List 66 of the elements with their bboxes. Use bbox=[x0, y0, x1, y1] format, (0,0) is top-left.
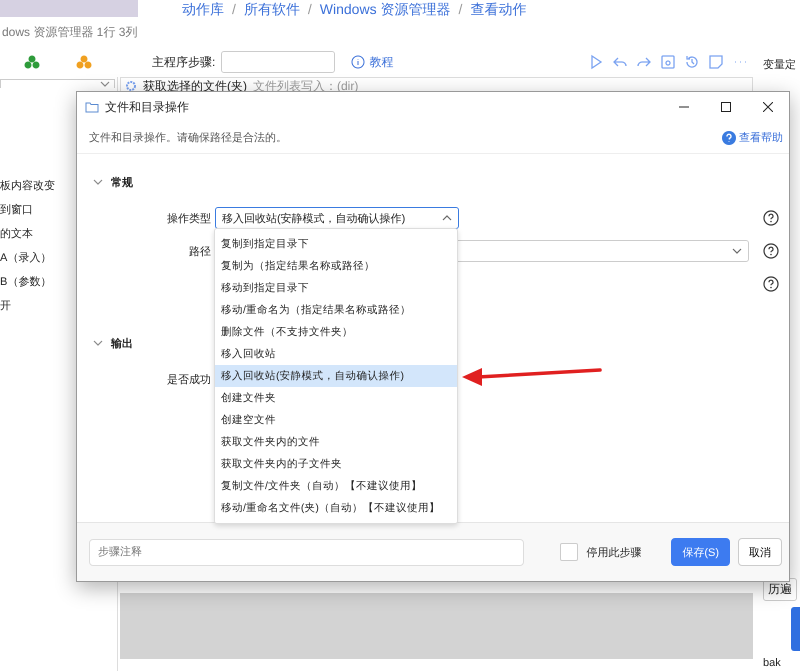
menu-option[interactable]: 创建文件夹 bbox=[215, 387, 457, 409]
help-link[interactable]: 查看帮助 bbox=[722, 130, 783, 145]
field-label: 操作类型 bbox=[166, 212, 211, 226]
dialog-title: 文件和目录操作 bbox=[105, 98, 189, 116]
left-select[interactable] bbox=[0, 79, 115, 88]
section-title[interactable]: 输出 bbox=[111, 336, 133, 350]
note-icon[interactable] bbox=[708, 54, 724, 70]
tutorial-link[interactable]: 教程 bbox=[351, 54, 394, 70]
gear-icon bbox=[125, 80, 137, 92]
help-icon[interactable] bbox=[763, 210, 779, 226]
step-detail: 文件列表写入：(dir) bbox=[253, 78, 358, 94]
breadcrumb-separator: / bbox=[458, 1, 462, 17]
main-step-field[interactable] bbox=[221, 51, 336, 73]
section-title[interactable]: 常规 bbox=[111, 174, 133, 190]
chevron-icon[interactable] bbox=[93, 338, 103, 348]
dialog-description: 文件和目录操作。请确保路径是合法的。 bbox=[89, 130, 287, 145]
menu-option[interactable]: 删除文件（不支持文件夹） bbox=[215, 321, 457, 343]
cubes-icon[interactable] bbox=[24, 55, 40, 69]
save-icon[interactable] bbox=[660, 54, 676, 70]
list-item[interactable]: 板内容改变 bbox=[0, 174, 55, 198]
field-label: 是否成功 bbox=[166, 372, 211, 386]
close-icon[interactable] bbox=[763, 102, 773, 112]
menu-option[interactable]: 创建空文件 bbox=[215, 409, 457, 431]
help-icon bbox=[722, 130, 736, 144]
menu-option[interactable]: 复制为（指定结果名称或路径） bbox=[215, 255, 457, 277]
menu-option[interactable]: 移入回收站 bbox=[215, 343, 457, 365]
chevron-icon bbox=[732, 246, 742, 256]
field-label: 路径 bbox=[188, 244, 211, 258]
checkbox-label: 停用此步骤 bbox=[586, 546, 642, 560]
checkbox[interactable] bbox=[560, 543, 578, 561]
cubes-icon[interactable] bbox=[76, 55, 92, 69]
window-title: dows 资源管理器 1行 3列 bbox=[2, 24, 138, 40]
list-item[interactable]: 的文本 bbox=[0, 222, 33, 246]
chevron-icon bbox=[100, 79, 110, 89]
history-icon[interactable] bbox=[684, 54, 700, 70]
breadcrumb-item[interactable]: Windows 资源管理器 bbox=[320, 1, 450, 17]
menu-option[interactable]: 移动到指定目录下 bbox=[215, 277, 457, 299]
cancel-button[interactable]: 取消 bbox=[738, 538, 782, 566]
main-step-label: 主程序步骤: bbox=[152, 54, 216, 70]
menu-option[interactable]: 获取文件夹内的子文件夹 bbox=[215, 453, 457, 475]
menu-option[interactable]: 移入回收站(安静模式，自动确认操作) bbox=[215, 365, 457, 387]
menu-option[interactable]: 移动/重命名为（指定结果名称或路径） bbox=[215, 299, 457, 321]
comment-field[interactable]: 步骤注释 bbox=[89, 538, 524, 566]
maximize-icon[interactable] bbox=[721, 102, 731, 112]
menu-option[interactable]: 获取文件夹内的文件 bbox=[215, 431, 457, 453]
chevron-icon bbox=[442, 213, 452, 223]
list-item[interactable]: 开 bbox=[0, 294, 11, 318]
breadcrumb-item[interactable]: 查看动作 bbox=[470, 1, 526, 17]
menu-option[interactable]: 复制文件/文件夹（自动）【不建议使用】 bbox=[215, 475, 457, 497]
save-button[interactable]: 保存(S) bbox=[671, 538, 730, 566]
breadcrumb-separator: / bbox=[308, 1, 312, 17]
list-item[interactable]: B（参数） bbox=[0, 270, 52, 294]
chevron-icon[interactable] bbox=[93, 177, 103, 187]
tag-label: bak bbox=[763, 657, 781, 669]
info-icon bbox=[351, 55, 366, 69]
panel-title: 变量定 bbox=[763, 58, 796, 72]
help-icon[interactable] bbox=[763, 276, 779, 292]
list-item[interactable]: A（录入） bbox=[0, 246, 52, 270]
list-item[interactable]: 到窗口 bbox=[0, 198, 33, 222]
menu-option[interactable]: 复制到指定目录下 bbox=[215, 233, 457, 255]
help-icon[interactable] bbox=[763, 243, 779, 259]
breadcrumb-item[interactable]: 动作库 bbox=[182, 1, 224, 17]
breadcrumb-separator: / bbox=[232, 1, 236, 17]
breadcrumb-item[interactable]: 所有软件 bbox=[244, 1, 300, 17]
folder-icon bbox=[85, 101, 99, 113]
menu-option[interactable]: 移动/重命名文件(夹)（自动）【不建议使用】 bbox=[215, 497, 457, 519]
